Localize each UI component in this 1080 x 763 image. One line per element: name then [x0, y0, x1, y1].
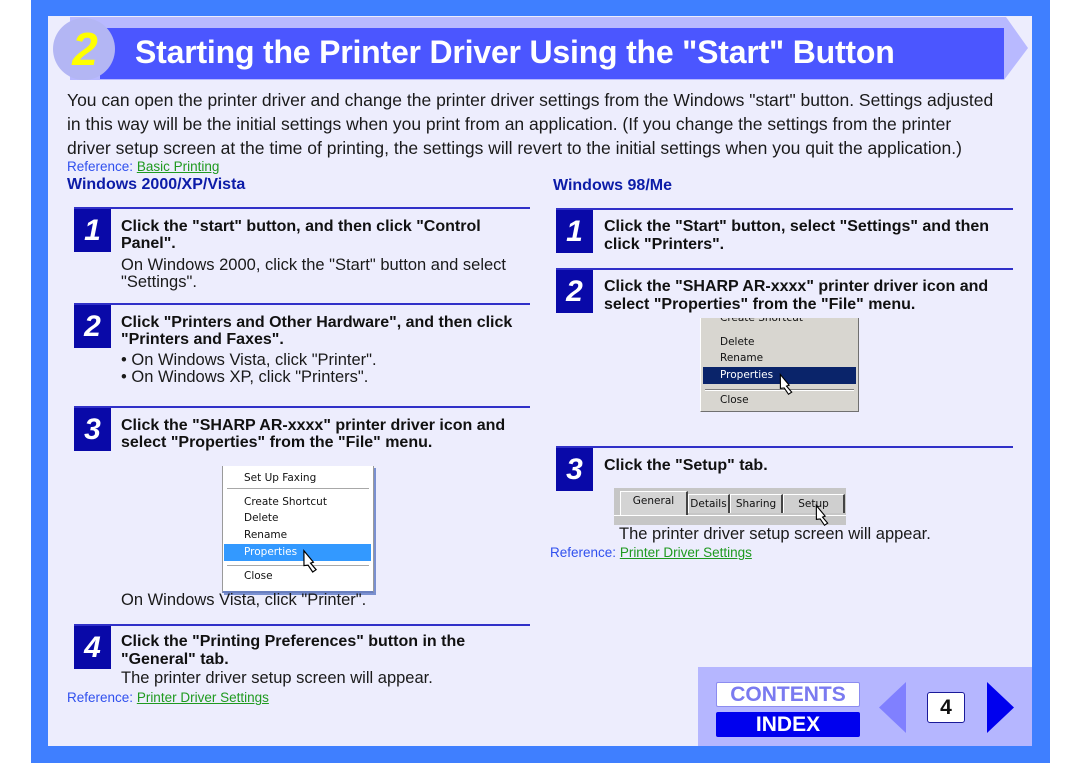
- intro-line: driver setup screen at the time of print…: [67, 138, 962, 158]
- step-title: Click the "SHARP AR-xxxx" printer driver…: [121, 417, 505, 451]
- tab-details: Details: [688, 494, 730, 513]
- step-title-line: "General" tab.: [121, 651, 229, 668]
- step-number-badge: 2: [74, 305, 111, 348]
- menu-item-create-shortcut: Create Shortcut: [720, 318, 803, 324]
- step-divider: [74, 406, 530, 408]
- step-title-line: "Printers and Faxes".: [121, 331, 284, 348]
- step-title-line: Click the "Setup" tab.: [604, 457, 768, 474]
- menu-item-delete: Delete: [244, 512, 279, 524]
- step-title: Click the "SHARP AR-xxxx" printer driver…: [604, 278, 988, 314]
- step-title-line: Click the "start" button, and then click…: [121, 218, 481, 235]
- tab-sharing: Sharing: [730, 494, 783, 513]
- step-note: On Windows Vista, click "Printer".: [121, 591, 367, 609]
- section-number: 2: [72, 23, 98, 75]
- menu-item-rename: Rename: [720, 352, 764, 364]
- xp-file-menu-screenshot: Set Up Faxing Create Shortcut Delete Ren…: [222, 466, 374, 593]
- tab-general: General: [620, 491, 688, 515]
- step-title-line: Click the "SHARP AR-xxxx" printer driver…: [604, 278, 989, 295]
- step-title-line: select "Properties" from the "File" menu…: [121, 434, 433, 451]
- menu-item-set-up-faxing: Set Up Faxing: [244, 472, 317, 484]
- page-number: 4: [927, 692, 965, 723]
- step-title: Click "Printers and Other Hardware", and…: [121, 314, 512, 348]
- bullet-item: • On Windows XP, click "Printers".: [121, 368, 369, 386]
- step-title-line: Click the "Printing Preferences" button …: [121, 633, 466, 650]
- win2000-reference: Reference: Printer Driver Settings: [67, 690, 269, 706]
- printer-driver-settings-link[interactable]: Printer Driver Settings: [137, 690, 269, 705]
- basic-printing-link[interactable]: Basic Printing: [137, 159, 220, 174]
- bullet-item: • On Windows Vista, click "Printer".: [121, 351, 377, 369]
- win98-reference: Reference: Printer Driver Settings: [550, 545, 752, 561]
- step-bullets: • On Windows Vista, click "Printer". • O…: [121, 352, 377, 386]
- win2000-heading: Windows 2000/XP/Vista: [67, 176, 246, 193]
- reference-label: Reference:: [550, 545, 617, 560]
- manual-page: 2 Starting the Printer Driver Using the …: [0, 0, 1080, 763]
- step-body: On Windows 2000, click the "Start" butto…: [121, 257, 506, 290]
- win98-heading: Windows 98/Me: [553, 177, 672, 194]
- step-number-badge: 3: [556, 448, 593, 491]
- page-title: Starting the Printer Driver Using the "S…: [135, 34, 895, 70]
- step-title-line: Click the "SHARP AR-xxxx" printer driver…: [121, 417, 506, 434]
- previous-page-button[interactable]: [879, 682, 907, 734]
- intro-line: in this way will be the initial settings…: [67, 114, 952, 134]
- step-number-badge: 1: [556, 210, 593, 253]
- reference-label: Reference:: [67, 690, 134, 705]
- step-divider: [556, 268, 1013, 270]
- step-number-badge: 4: [74, 626, 111, 669]
- step-body-line: "Settings".: [121, 272, 197, 291]
- step-title: Click the "Printing Preferences" button …: [121, 633, 465, 669]
- step-body: The printer driver setup screen will app…: [121, 669, 433, 687]
- mouse-pointer-icon: [303, 549, 318, 573]
- step-title-line: Click "Printers and Other Hardware", and…: [121, 314, 513, 331]
- index-button[interactable]: INDEX: [716, 712, 860, 737]
- step-divider: [74, 207, 530, 209]
- printer-driver-settings-link[interactable]: Printer Driver Settings: [620, 545, 752, 560]
- reference-label: Reference:: [67, 159, 134, 174]
- intro-reference: Reference: Basic Printing: [67, 159, 219, 175]
- step-title-line: Panel".: [121, 235, 176, 252]
- triangle-right-icon: [987, 682, 1014, 733]
- step-body-line: On Windows 2000, click the "Start" butto…: [121, 256, 506, 274]
- menu-item-close: Close: [244, 570, 273, 582]
- step-divider: [74, 303, 530, 305]
- step-title: Click the "Start" button, select "Settin…: [604, 218, 989, 254]
- step-title: Click the "Setup" tab.: [604, 457, 768, 474]
- menu-item-properties-selected: Properties: [224, 544, 371, 561]
- step-body: The printer driver setup screen will app…: [619, 525, 931, 543]
- step-number-badge: 3: [74, 408, 111, 451]
- next-page-button[interactable]: [987, 682, 1015, 734]
- step-number-badge: 1: [74, 209, 111, 252]
- contents-button[interactable]: CONTENTS: [716, 682, 860, 707]
- menu-separator: [227, 565, 369, 566]
- menu-item-create-shortcut: Create Shortcut: [244, 496, 327, 508]
- intro-paragraph: You can open the printer driver and chan…: [67, 88, 993, 160]
- step-number-badge: 2: [556, 270, 593, 313]
- step-title-line: click "Printers".: [604, 236, 725, 253]
- step-divider: [556, 446, 1013, 448]
- step-divider: [74, 624, 530, 626]
- triangle-left-icon: [879, 682, 906, 733]
- step-title-line: select "Properties" from the "File" menu…: [604, 296, 916, 313]
- intro-line: You can open the printer driver and chan…: [67, 90, 994, 110]
- step-title-line: Click the "Start" button, select "Settin…: [604, 218, 990, 235]
- mouse-pointer-icon: [779, 372, 793, 396]
- step-title: Click the "start" button, and then click…: [121, 218, 481, 252]
- menu-separator: [227, 488, 369, 489]
- menu-item-delete: Delete: [720, 336, 755, 348]
- step-divider: [556, 208, 1013, 210]
- menu-item-rename: Rename: [244, 529, 288, 541]
